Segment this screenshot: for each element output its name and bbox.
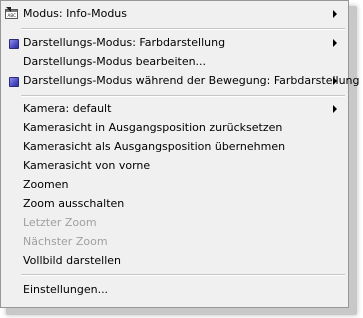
menu-item-label: Letzter Zoom [23,216,97,229]
menu-item-label: Darstellungs-Modus während der Bewegung:… [23,74,360,87]
menu-separator [21,28,345,30]
menu-item-label: Kamerasicht in Ausgangsposition zurückse… [23,121,283,134]
submenu-arrow-icon [333,39,337,47]
menu-item-label: Vollbild darstellen [23,254,121,267]
menu-item-label: Darstellungs-Modus bearbeiten... [23,55,207,68]
menu-item-label: Zoom ausschalten [23,197,125,210]
cube-icon [5,73,19,87]
menu-item-kamerasicht-von-vorne[interactable]: Kamerasicht von vorne [3,156,346,175]
menu-item-zoom-ausschalten[interactable]: Zoom ausschalten [3,194,346,213]
menu-separator [21,274,345,276]
menu-separator [21,95,345,97]
menu-item-label: Modus: Info-Modus [23,7,128,20]
menu-item-modus[interactable]: ABC Modus: Info-Modus [3,4,346,23]
menu-item-label: Kamera: default [23,102,112,115]
submenu-arrow-icon [333,10,337,18]
info-mode-icon: ABC [5,6,19,20]
menu-item-label: Kamerasicht von vorne [23,159,151,172]
menu-item-kamerasicht-uebernehmen[interactable]: Kamerasicht als Ausgangsposition überneh… [3,137,346,156]
menu-item-darstellungs-modus[interactable]: Darstellungs-Modus: Farbdarstellung [3,33,346,52]
menu-item-label: Kamerasicht als Ausgangsposition überneh… [23,140,286,153]
menu-item-darstellungs-modus-bearbeiten[interactable]: Darstellungs-Modus bearbeiten... [3,52,346,71]
menu-item-zoomen[interactable]: Zoomen [3,175,346,194]
menu-item-label: Einstellungen... [23,283,109,296]
menu-item-label: Darstellungs-Modus: Farbdarstellung [23,36,226,49]
menu-item-vollbild[interactable]: Vollbild darstellen [3,251,346,270]
menu-item-label: Zoomen [23,178,69,191]
menu-item-darstellungs-modus-bewegung[interactable]: Darstellungs-Modus während der Bewegung:… [3,71,360,90]
context-menu: ABC Modus: Info-Modus Darstellungs-Modus… [0,0,360,308]
menu-item-kamerasicht-zuruecksetzen[interactable]: Kamerasicht in Ausgangsposition zurückse… [3,118,346,137]
menu-item-label: Nächster Zoom [23,235,108,248]
svg-text:ABC: ABC [8,13,17,18]
menu-item-kamera[interactable]: Kamera: default [3,99,346,118]
menu-item-letzter-zoom: Letzter Zoom [3,213,346,232]
submenu-arrow-icon [333,77,337,85]
cube-icon [5,35,19,49]
submenu-arrow-icon [333,105,337,113]
menu-item-naechster-zoom: Nächster Zoom [3,232,346,251]
menu-item-einstellungen[interactable]: Einstellungen... [3,280,346,299]
